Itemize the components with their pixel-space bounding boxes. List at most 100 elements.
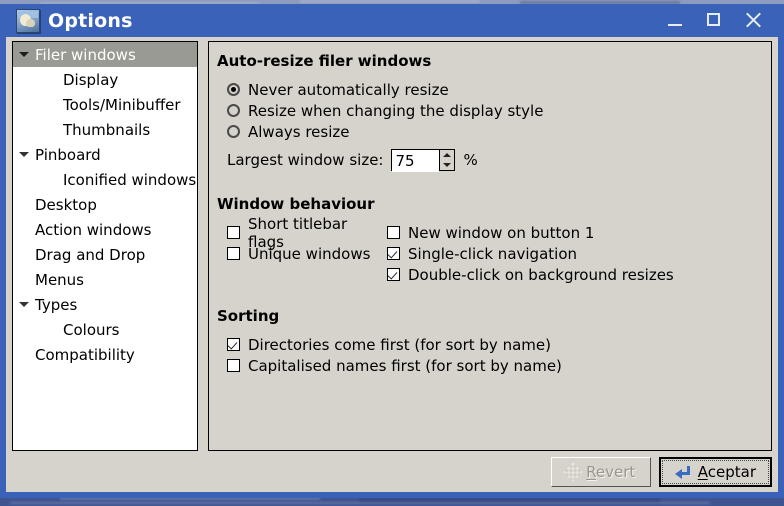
stepper-buttons[interactable]: [439, 150, 455, 170]
revert-button[interactable]: Revert: [550, 457, 651, 487]
checkbox-indicator[interactable]: [387, 247, 400, 260]
expander-triangle-icon[interactable]: [17, 142, 31, 167]
expander-triangle-icon[interactable]: [17, 292, 31, 317]
window-behaviour-left-column[interactable]: Short titlebar flags Unique windows: [217, 215, 387, 285]
largest-window-size-label: Largest window size:: [227, 151, 384, 169]
expander-triangle-icon[interactable]: [17, 42, 31, 67]
sidebar-item-label: Menus: [35, 270, 84, 289]
maximize-icon[interactable]: [706, 12, 723, 29]
percent-unit-label: %: [463, 151, 478, 169]
largest-window-size-stepper[interactable]: [391, 149, 456, 172]
checkbox-label: Single-click navigation: [408, 244, 577, 263]
sidebar-item-display[interactable]: Display: [13, 67, 197, 92]
window-client-area: Filer windows Display Tools/Minibuffer Thum…: [6, 37, 778, 492]
sidebar-item-label: Drag and Drop: [35, 245, 146, 264]
minimize-icon[interactable]: [667, 12, 684, 29]
sidebar-item-label: Action windows: [35, 220, 152, 239]
autoresize-radio-group[interactable]: Never automatically resize Resize when ch…: [217, 79, 771, 142]
sidebar-item-label: Types: [35, 295, 78, 314]
checkbox-option[interactable]: Directories come first (for sort by name…: [217, 334, 771, 355]
radio-option[interactable]: Resize when changing the display style: [217, 100, 771, 121]
stepper-down-icon[interactable]: [440, 160, 454, 170]
checkbox-indicator[interactable]: [227, 226, 240, 239]
sidebar-item-filer-windows[interactable]: Filer windows: [13, 42, 197, 67]
stepper-up-icon[interactable]: [440, 150, 454, 160]
radio-indicator[interactable]: [227, 104, 240, 117]
sorting-checkbox-group[interactable]: Directories come first (for sort by name…: [217, 334, 771, 376]
radio-label: Resize when changing the display style: [248, 101, 544, 120]
close-icon[interactable]: [745, 12, 762, 29]
largest-window-size-row: Largest window size: %: [217, 147, 771, 173]
checkbox-indicator[interactable]: [227, 338, 240, 351]
checkbox-option[interactable]: Short titlebar flags: [217, 215, 387, 251]
sidebar-item-pinboard[interactable]: Pinboard: [13, 142, 197, 167]
accept-button[interactable]: Aceptar: [658, 457, 772, 487]
sidebar-item-label: Filer windows: [35, 45, 136, 64]
checkbox-indicator[interactable]: [227, 247, 240, 260]
largest-window-size-input[interactable]: [392, 150, 440, 172]
sidebar-item-label: Tools/Minibuffer: [63, 95, 181, 114]
checkbox-option[interactable]: Double-click on background resizes: [387, 264, 674, 285]
window-titlebar[interactable]: Options: [0, 4, 784, 37]
image-preview-icon: [16, 8, 40, 33]
dialog-button-bar: Revert Aceptar: [12, 456, 772, 488]
radio-label: Always resize: [248, 122, 350, 141]
sidebar-item-label: Desktop: [35, 195, 97, 214]
sidebar-item-label: Pinboard: [35, 145, 101, 164]
checkbox-indicator[interactable]: [387, 268, 400, 281]
revert-icon: [563, 462, 584, 482]
radio-option[interactable]: Always resize: [217, 121, 771, 142]
sidebar-item-label: Compatibility: [35, 345, 135, 364]
sidebar-item-iconified-windows[interactable]: Iconified windows: [13, 167, 197, 192]
group-title-sorting: Sorting: [217, 307, 280, 325]
sidebar-item-desktop[interactable]: Desktop: [13, 192, 197, 217]
checkbox-label: Directories come first (for sort by name…: [248, 335, 551, 354]
sidebar-item-types[interactable]: Types: [13, 292, 197, 317]
sidebar-item-tools-minibuffer[interactable]: Tools/Minibuffer: [13, 92, 197, 117]
checkbox-option[interactable]: Single-click navigation: [387, 243, 674, 264]
window-controls: [667, 12, 762, 29]
sidebar-item-action-windows[interactable]: Action windows: [13, 217, 197, 242]
checkbox-label: Double-click on background resizes: [408, 265, 674, 284]
checkbox-indicator[interactable]: [387, 226, 400, 239]
panel-splitter[interactable]: [198, 41, 208, 451]
revert-button-label: Revert: [586, 463, 636, 481]
radio-label: Never automatically resize: [248, 80, 449, 99]
sidebar-item-label: Iconified windows: [63, 170, 197, 189]
checkbox-indicator[interactable]: [227, 359, 240, 372]
sidebar-item-menus[interactable]: Menus: [13, 267, 197, 292]
window-behaviour-columns: Short titlebar flags Unique windows New w…: [217, 215, 771, 285]
window-behaviour-right-column[interactable]: New window on button 1 Single-click navig…: [387, 222, 674, 285]
group-title-window-behaviour: Window behaviour: [217, 195, 375, 213]
sidebar-item-label: Colours: [63, 320, 120, 339]
sidebar-item-compatibility[interactable]: Compatibility: [13, 342, 197, 367]
checkbox-option[interactable]: New window on button 1: [387, 222, 674, 243]
sidebar-item-colours[interactable]: Colours: [13, 317, 197, 342]
sidebar-item-drag-and-drop[interactable]: Drag and Drop: [13, 242, 197, 267]
accept-button-label: Aceptar: [697, 463, 756, 481]
radio-indicator[interactable]: [227, 83, 240, 96]
checkbox-option[interactable]: Unique windows: [217, 243, 387, 264]
checkbox-label: Capitalised names first (for sort by nam…: [248, 356, 562, 375]
checkbox-option[interactable]: Capitalised names first (for sort by nam…: [217, 355, 771, 376]
options-window: Options Filer windows Display Tools/Minibu…: [0, 4, 784, 498]
radio-option[interactable]: Never automatically resize: [217, 79, 771, 100]
sidebar-item-label: Thumbnails: [63, 120, 151, 139]
sidebar-item-thumbnails[interactable]: Thumbnails: [13, 117, 197, 142]
options-category-tree[interactable]: Filer windows Display Tools/Minibuffer Thum…: [12, 41, 198, 451]
enter-key-icon: [674, 465, 692, 480]
checkbox-label: Unique windows: [248, 244, 371, 263]
radio-indicator[interactable]: [227, 125, 240, 138]
options-detail-panel: Auto-resize filer windows Never automati…: [208, 41, 772, 451]
window-title: Options: [48, 9, 133, 32]
sidebar-item-label: Display: [63, 70, 119, 89]
